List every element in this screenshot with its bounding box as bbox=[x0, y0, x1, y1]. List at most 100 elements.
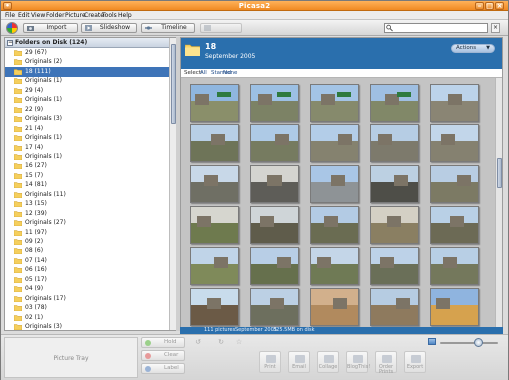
folder-row[interactable]: 09 (2) bbox=[5, 237, 169, 247]
menu-tools[interactable]: Tools bbox=[102, 12, 117, 19]
search-input[interactable] bbox=[384, 23, 488, 33]
search-clear-button[interactable]: × bbox=[491, 23, 500, 33]
email-button[interactable]: Email bbox=[288, 351, 310, 373]
folder-row[interactable]: Originals (17) bbox=[5, 294, 169, 304]
folder-row[interactable]: 06 (16) bbox=[5, 265, 169, 275]
import-button[interactable]: Import bbox=[23, 23, 78, 33]
folder-row[interactable]: 08 (6) bbox=[5, 246, 169, 256]
photo-thumbnail[interactable] bbox=[370, 206, 419, 244]
folder-row[interactable]: 07 (14) bbox=[5, 256, 169, 266]
photo-thumbnail[interactable] bbox=[370, 124, 419, 162]
folder-row[interactable]: 05 (17) bbox=[5, 275, 169, 285]
folder-row[interactable]: Originals (11) bbox=[5, 190, 169, 200]
menu-folder[interactable]: Folder bbox=[46, 12, 65, 19]
folder-row[interactable]: Originals (1) bbox=[5, 76, 169, 86]
photo-thumbnail[interactable] bbox=[250, 124, 299, 162]
folder-row[interactable]: 02 (1) bbox=[5, 313, 169, 323]
thumbnail-scroll-thumb[interactable] bbox=[497, 158, 502, 188]
photo-thumbnail[interactable] bbox=[430, 84, 479, 122]
photo-thumbnail[interactable] bbox=[250, 206, 299, 244]
photo-thumbnail[interactable] bbox=[190, 84, 239, 122]
zoom-slider-knob[interactable] bbox=[473, 338, 483, 347]
folders-on-disk-header[interactable]: − Folders on Disk (124) bbox=[5, 38, 169, 48]
folder-row[interactable]: 22 (9) bbox=[5, 105, 169, 115]
folder-row[interactable]: Originals (2) bbox=[5, 57, 169, 67]
print-button[interactable]: Print bbox=[259, 351, 281, 373]
select-none-link[interactable]: None bbox=[223, 69, 237, 78]
photo-thumbnail[interactable] bbox=[250, 247, 299, 285]
menu-picture[interactable]: Picture bbox=[65, 12, 86, 19]
menu-help[interactable]: Help bbox=[118, 12, 132, 19]
folder-row[interactable]: Originals (27) bbox=[5, 218, 169, 228]
folder-row[interactable]: Originals (1) bbox=[5, 95, 169, 105]
thumbnail-scrollbar[interactable] bbox=[495, 78, 502, 328]
folder-list-scrollbar[interactable] bbox=[169, 38, 176, 330]
photo-thumbnail[interactable] bbox=[430, 124, 479, 162]
photo-thumbnail[interactable] bbox=[370, 165, 419, 203]
photo-thumbnail[interactable] bbox=[370, 247, 419, 285]
close-button[interactable]: × bbox=[495, 2, 504, 10]
photo-thumbnail[interactable] bbox=[310, 165, 359, 203]
collapse-icon[interactable]: − bbox=[7, 40, 13, 46]
photo-thumbnail[interactable] bbox=[190, 247, 239, 285]
folder-row[interactable]: 11 (97) bbox=[5, 228, 169, 238]
photo-thumbnail[interactable] bbox=[310, 124, 359, 162]
picture-tray[interactable]: Picture Tray bbox=[4, 337, 138, 378]
menu-file[interactable]: File bbox=[5, 12, 15, 19]
folder-row[interactable]: 29 (67) bbox=[5, 48, 169, 58]
collage-button[interactable]: Collage bbox=[317, 351, 339, 373]
order-prints-button[interactable]: Order Prints bbox=[375, 351, 397, 375]
folder-row[interactable]: 12 (39) bbox=[5, 209, 169, 219]
maximize-button[interactable]: □ bbox=[485, 2, 494, 10]
folder-row[interactable]: 18 (111) bbox=[5, 66, 169, 77]
folder-row[interactable]: 04 (9) bbox=[5, 284, 169, 294]
menu-edit[interactable]: Edit bbox=[18, 12, 30, 19]
folder-row[interactable]: Originals (3) bbox=[5, 114, 169, 124]
title-bar[interactable]: • Picasa2 – □ × bbox=[1, 1, 508, 11]
photo-thumbnail[interactable] bbox=[250, 288, 299, 326]
folder-row[interactable]: 13 (15) bbox=[5, 199, 169, 209]
clear-button[interactable]: Clear bbox=[141, 350, 185, 361]
photo-thumbnail[interactable] bbox=[430, 247, 479, 285]
folder-row[interactable]: Originals (1) bbox=[5, 133, 169, 143]
menu-view[interactable]: View bbox=[31, 12, 45, 19]
timeline-button[interactable]: Timeline bbox=[141, 23, 195, 33]
export-button[interactable]: Export bbox=[404, 351, 426, 373]
minimize-button[interactable]: – bbox=[475, 2, 484, 10]
photo-thumbnail[interactable] bbox=[430, 206, 479, 244]
rotate-left-icon[interactable]: ↺ bbox=[194, 338, 202, 346]
folder-row[interactable]: Originals (3) bbox=[5, 322, 169, 331]
rotate-right-icon[interactable]: ↻ bbox=[217, 338, 225, 346]
photo-thumbnail[interactable] bbox=[250, 165, 299, 203]
photo-thumbnail[interactable] bbox=[190, 288, 239, 326]
folder-row[interactable]: 03 (78) bbox=[5, 303, 169, 313]
slideshow-button[interactable]: Slideshow bbox=[81, 23, 137, 33]
photo-thumbnail[interactable] bbox=[250, 84, 299, 122]
photo-thumbnail[interactable] bbox=[190, 165, 239, 203]
folder-row[interactable]: Originals (1) bbox=[5, 152, 169, 162]
photo-thumbnail[interactable] bbox=[310, 288, 359, 326]
select-all-link[interactable]: All bbox=[200, 69, 207, 78]
folder-row[interactable]: 16 (27) bbox=[5, 161, 169, 171]
zoom-slider[interactable] bbox=[440, 342, 498, 344]
photo-thumbnail[interactable] bbox=[430, 165, 479, 203]
folder-row[interactable]: 14 (81) bbox=[5, 180, 169, 190]
hold-button[interactable]: Hold bbox=[141, 337, 185, 348]
actions-dropdown[interactable]: Actions ▼ bbox=[451, 44, 495, 53]
toolbar-disabled-button[interactable] bbox=[200, 23, 242, 33]
photo-thumbnail[interactable] bbox=[190, 124, 239, 162]
photo-thumbnail[interactable] bbox=[310, 84, 359, 122]
folder-row[interactable]: 15 (7) bbox=[5, 171, 169, 181]
star-icon[interactable]: ☆ bbox=[235, 338, 243, 346]
folder-row[interactable]: 21 (4) bbox=[5, 124, 169, 134]
blogthis-button[interactable]: BlogThis! bbox=[346, 351, 370, 373]
photo-thumbnail[interactable] bbox=[370, 288, 419, 326]
folder-row[interactable]: 29 (4) bbox=[5, 86, 169, 96]
photo-thumbnail[interactable] bbox=[310, 206, 359, 244]
menu-create[interactable]: Create bbox=[84, 12, 104, 19]
label-button[interactable]: Label bbox=[141, 363, 185, 374]
folder-row[interactable]: 17 (4) bbox=[5, 143, 169, 153]
photo-thumbnail[interactable] bbox=[370, 84, 419, 122]
photo-thumbnail[interactable] bbox=[190, 206, 239, 244]
photo-thumbnail[interactable] bbox=[310, 247, 359, 285]
